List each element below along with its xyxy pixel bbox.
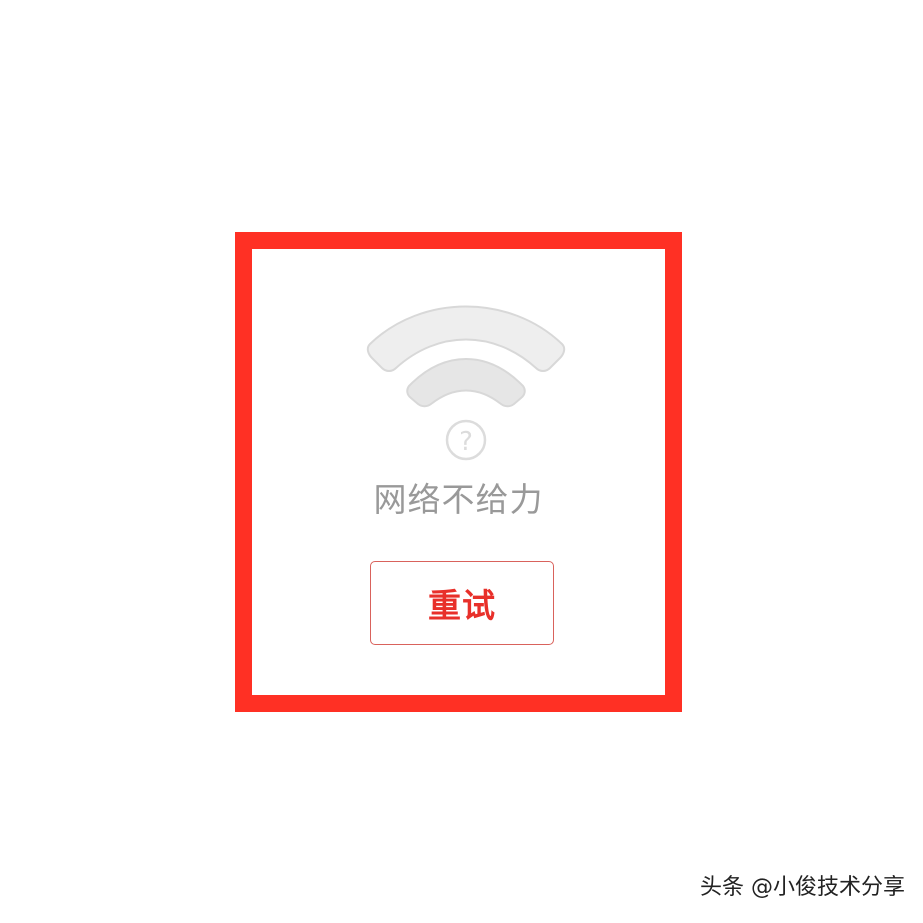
- question-mark: ?: [459, 427, 473, 457]
- wifi-question-icon: ?: [366, 305, 566, 461]
- retry-button[interactable]: 重试: [370, 561, 554, 645]
- wifi-inner-arc: [406, 358, 526, 408]
- highlight-frame: ? 网络不给力 重试: [235, 232, 682, 712]
- network-error-panel: ? 网络不给力 重试: [252, 249, 665, 695]
- page: ? 网络不给力 重试 头条 @小俊技术分享: [0, 0, 923, 923]
- watermark: 头条 @小俊技术分享: [700, 875, 905, 900]
- error-message: 网络不给力: [373, 480, 544, 519]
